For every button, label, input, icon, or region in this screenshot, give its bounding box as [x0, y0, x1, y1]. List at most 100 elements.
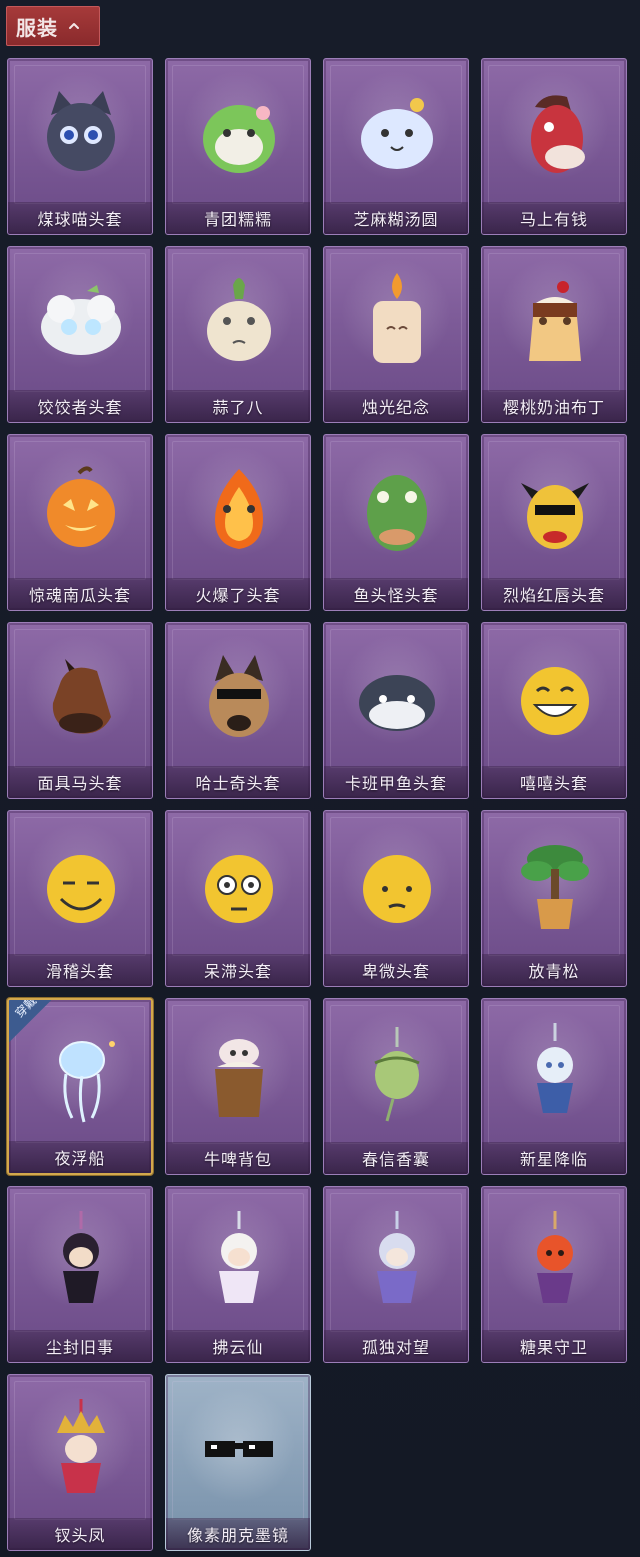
section-title: 服装 — [16, 15, 58, 40]
card-label-bar: 放青松 — [482, 954, 626, 986]
pudding-head-icon — [505, 265, 605, 377]
outfit-name: 蒜了八 — [212, 398, 264, 417]
outfit-card[interactable]: 像素朋克墨镜 — [165, 1374, 311, 1551]
husky-head-icon — [189, 641, 289, 753]
stunned-emoji-head-icon — [189, 829, 289, 941]
outfit-card[interactable]: 面具马头套 — [7, 622, 153, 799]
garlic-head-icon — [189, 265, 289, 377]
outfit-card[interactable]: 牛啤背包 — [165, 998, 311, 1175]
white-dumpling-head-icon — [347, 77, 447, 189]
outfit-card[interactable]: 尘封旧事 — [7, 1186, 153, 1363]
card-label-bar: 蒜了八 — [166, 390, 310, 422]
outfit-section-toggle[interactable]: 服装 — [6, 6, 100, 46]
outfit-card[interactable]: 饺饺者头套 — [7, 246, 153, 423]
card-label-bar: 拂云仙 — [166, 1330, 310, 1362]
outfit-name: 像素朋克墨镜 — [186, 1526, 289, 1545]
outfit-name: 钗头凤 — [54, 1526, 106, 1545]
outfit-card[interactable]: 新星降临 — [481, 998, 627, 1175]
card-label-bar: 牛啤背包 — [166, 1142, 310, 1174]
phoenix-crown-charm-icon — [31, 1393, 131, 1505]
outfit-card[interactable]: 煤球喵头套 — [7, 58, 153, 235]
chevron-up-icon — [69, 23, 79, 29]
candle-head-icon — [347, 265, 447, 377]
turtle-head-icon — [347, 641, 447, 753]
outfit-card[interactable]: 烛光纪念 — [323, 246, 469, 423]
card-label-bar: 嘻嘻头套 — [482, 766, 626, 798]
outfit-card[interactable]: 青团糯糯 — [165, 58, 311, 235]
outfit-name: 煤球喵头套 — [37, 210, 123, 229]
outfit-card[interactable]: 糖果守卫 — [481, 1186, 627, 1363]
outfit-name: 鱼头怪头套 — [353, 586, 439, 605]
outfit-card[interactable]: 鱼头怪头套 — [323, 434, 469, 611]
outfit-name: 惊魂南瓜头套 — [28, 586, 131, 605]
outfit-card[interactable]: 烈焰红唇头套 — [481, 434, 627, 611]
outfit-name: 尘封旧事 — [45, 1338, 114, 1357]
card-label-bar: 卡班甲鱼头套 — [324, 766, 468, 798]
yellow-mask-head-icon — [505, 453, 605, 565]
black-cat-head-icon — [31, 77, 131, 189]
outfit-name: 青团糯糯 — [203, 210, 272, 229]
grin-emoji-head-icon — [505, 641, 605, 753]
outfit-card[interactable]: 春信香囊 — [323, 998, 469, 1175]
dark-charm-icon — [31, 1205, 131, 1317]
outfit-card[interactable]: 嘻嘻头套 — [481, 622, 627, 799]
outfit-card[interactable]: 樱桃奶油布丁 — [481, 246, 627, 423]
card-label-bar: 尘封旧事 — [8, 1330, 152, 1362]
outfit-card[interactable]: 拂云仙 — [165, 1186, 311, 1363]
sachet-icon — [347, 1017, 447, 1129]
card-label-bar: 火爆了头套 — [166, 578, 310, 610]
outfit-card[interactable]: 钗头凤 — [7, 1374, 153, 1551]
outfit-card[interactable]: 卑微头套 — [323, 810, 469, 987]
card-label-bar: 樱桃奶油布丁 — [482, 390, 626, 422]
card-label-bar: 青团糯糯 — [166, 202, 310, 234]
card-label-bar: 芝麻糊汤圆 — [324, 202, 468, 234]
outfit-panel: 服装 煤球喵头套 青团糯糯 芝麻糊汤圆 马上有钱饺饺者头套 蒜了八 烛光纪念 樱桃奶油布丁惊… — [0, 0, 640, 1557]
card-label-bar: 春信香囊 — [324, 1142, 468, 1174]
outfit-card[interactable]: 穿戴 夜浮船 — [7, 998, 153, 1175]
card-label-bar: 哈士奇头套 — [166, 766, 310, 798]
card-label-bar: 滑稽头套 — [8, 954, 152, 986]
red-horse-head-icon — [505, 77, 605, 189]
pixel-sunglasses-icon — [189, 1393, 289, 1505]
outfit-card[interactable]: 卡班甲鱼头套 — [323, 622, 469, 799]
outfit-name: 滑稽头套 — [45, 962, 114, 981]
outfit-name: 饺饺者头套 — [37, 398, 123, 417]
funny-emoji-head-icon — [31, 829, 131, 941]
horse-mask-icon — [31, 641, 131, 753]
outfit-card[interactable]: 滑稽头套 — [7, 810, 153, 987]
item-grid: 煤球喵头套 青团糯糯 芝麻糊汤圆 马上有钱饺饺者头套 蒜了八 烛光纪念 樱桃奶油布丁惊魂南瓜… — [7, 58, 633, 1551]
outfit-name: 烛光纪念 — [361, 398, 430, 417]
outfit-name: 糖果守卫 — [519, 1338, 588, 1357]
outfit-card[interactable]: 蒜了八 — [165, 246, 311, 423]
fire-head-icon — [189, 453, 289, 565]
outfit-card[interactable]: 呆滞头套 — [165, 810, 311, 987]
outfit-name: 孤独对望 — [361, 1338, 430, 1357]
pumpkin-head-icon — [31, 453, 131, 565]
outfit-name: 烈焰红唇头套 — [502, 586, 605, 605]
cloud-fairy-charm-icon — [189, 1205, 289, 1317]
outfit-card[interactable]: 芝麻糊汤圆 — [323, 58, 469, 235]
equipped-badge-label: 穿戴 — [12, 1000, 40, 1021]
outfit-card[interactable]: 哈士奇头套 — [165, 622, 311, 799]
outfit-name: 拂云仙 — [212, 1338, 264, 1357]
outfit-card[interactable]: 惊魂南瓜头套 — [7, 434, 153, 611]
outfit-name: 嘻嘻头套 — [519, 774, 588, 793]
green-dumpling-head-icon — [189, 77, 289, 189]
outfit-card[interactable]: 火爆了头套 — [165, 434, 311, 611]
card-label-bar: 新星降临 — [482, 1142, 626, 1174]
outfit-card[interactable]: 马上有钱 — [481, 58, 627, 235]
outfit-card[interactable]: 放青松 — [481, 810, 627, 987]
outfit-name: 马上有钱 — [519, 210, 588, 229]
outfit-card[interactable]: 孤独对望 — [323, 1186, 469, 1363]
card-label-bar: 马上有钱 — [482, 202, 626, 234]
outfit-name: 哈士奇头套 — [195, 774, 281, 793]
cow-beer-backpack-icon — [189, 1017, 289, 1129]
outfit-name: 放青松 — [528, 962, 580, 981]
outfit-name: 牛啤背包 — [203, 1150, 272, 1169]
card-label-bar: 饺饺者头套 — [8, 390, 152, 422]
card-label-bar: 孤独对望 — [324, 1330, 468, 1362]
candy-guard-charm-icon — [505, 1205, 605, 1317]
fish-head-icon — [347, 453, 447, 565]
card-label-bar: 惊魂南瓜头套 — [8, 578, 152, 610]
star-charm-icon — [505, 1017, 605, 1129]
